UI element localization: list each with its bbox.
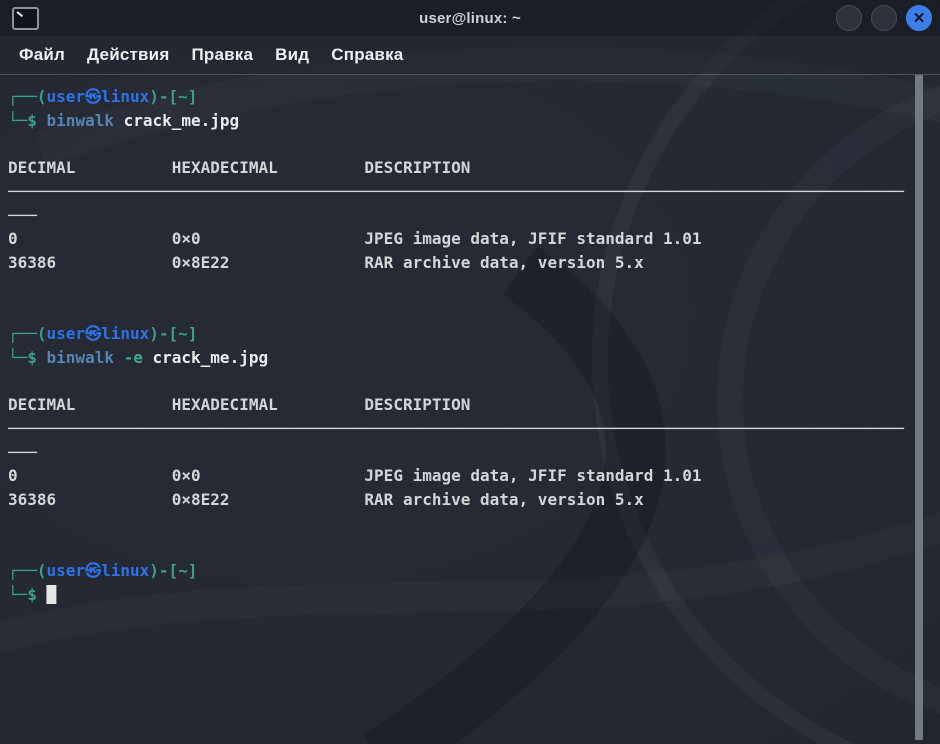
menu-help[interactable]: Справка bbox=[320, 45, 414, 65]
terminal-text: user㉿linux bbox=[47, 561, 150, 580]
terminal-text: -e bbox=[124, 348, 153, 367]
terminal-text: ┌──( bbox=[8, 561, 47, 580]
terminal-line bbox=[8, 132, 940, 156]
terminal-text: ┌──( bbox=[8, 324, 47, 343]
window-title: user@linux: ~ bbox=[0, 10, 940, 27]
terminal-window: user@linux: ~ ✕ Файл Действия Правка Вид… bbox=[0, 0, 940, 744]
terminal-text: └─$ bbox=[8, 111, 47, 130]
terminal-text: )-[~] bbox=[149, 324, 197, 343]
menu-edit[interactable]: Правка bbox=[180, 45, 264, 65]
window-controls: ✕ bbox=[836, 5, 932, 31]
terminal-text: ────────────────────────────────────────… bbox=[8, 182, 904, 201]
terminal-line: └─$ █ bbox=[8, 583, 940, 607]
terminal-text: └─$ bbox=[8, 348, 47, 367]
terminal-text: 36386 0×8E22 RAR archive data, version 5… bbox=[8, 253, 644, 272]
terminal-text bbox=[8, 300, 18, 319]
close-icon: ✕ bbox=[913, 11, 926, 26]
terminal-text: └─$ bbox=[8, 585, 47, 604]
terminal-line: 0 0×0 JPEG image data, JFIF standard 1.0… bbox=[8, 227, 940, 251]
terminal-text: DECIMAL HEXADECIMAL DESCRIPTION bbox=[8, 158, 470, 177]
terminal-line: DECIMAL HEXADECIMAL DESCRIPTION bbox=[8, 393, 940, 417]
terminal-line: ┌──(user㉿linux)-[~] bbox=[8, 322, 940, 346]
terminal-text: binwalk bbox=[47, 111, 124, 130]
terminal-line: 36386 0×8E22 RAR archive data, version 5… bbox=[8, 488, 940, 512]
menu-actions[interactable]: Действия bbox=[76, 45, 180, 65]
terminal-cursor: █ bbox=[47, 585, 57, 604]
terminal-line: 36386 0×8E22 RAR archive data, version 5… bbox=[8, 251, 940, 275]
terminal-line: └─$ binwalk crack_me.jpg bbox=[8, 109, 940, 133]
terminal-line: └─$ binwalk -e crack_me.jpg bbox=[8, 346, 940, 370]
terminal-line: ─── bbox=[8, 204, 940, 228]
maximize-button[interactable] bbox=[871, 5, 897, 31]
terminal-text bbox=[8, 514, 18, 533]
menu-file[interactable]: Файл bbox=[8, 45, 76, 65]
terminal-line: ┌──(user㉿linux)-[~] bbox=[8, 85, 940, 109]
terminal-line bbox=[8, 275, 940, 299]
terminal-content[interactable]: ┌──(user㉿linux)-[~]└─$ binwalk crack_me.… bbox=[0, 74, 940, 744]
terminal-line: DECIMAL HEXADECIMAL DESCRIPTION bbox=[8, 156, 940, 180]
terminal-text: )-[~] bbox=[149, 87, 197, 106]
scrollbar-thumb[interactable] bbox=[915, 75, 923, 740]
minimize-button[interactable] bbox=[836, 5, 862, 31]
terminal-text bbox=[8, 537, 18, 556]
terminal-line: ─── bbox=[8, 441, 940, 465]
terminal-text: crack_me.jpg bbox=[124, 111, 240, 130]
terminal-text: user㉿linux bbox=[47, 87, 150, 106]
terminal-line: ┌──(user㉿linux)-[~] bbox=[8, 559, 940, 583]
terminal-text bbox=[8, 277, 18, 296]
terminal-text: 0 0×0 JPEG image data, JFIF standard 1.0… bbox=[8, 229, 702, 248]
menu-view[interactable]: Вид bbox=[264, 45, 320, 65]
terminal-line: 0 0×0 JPEG image data, JFIF standard 1.0… bbox=[8, 464, 940, 488]
terminal-line bbox=[8, 512, 940, 536]
titlebar: user@linux: ~ ✕ bbox=[0, 0, 940, 36]
terminal-text bbox=[8, 134, 18, 153]
terminal-text: user㉿linux bbox=[47, 324, 150, 343]
close-button[interactable]: ✕ bbox=[906, 5, 932, 31]
terminal-line: ────────────────────────────────────────… bbox=[8, 180, 940, 204]
terminal-text: binwalk bbox=[47, 348, 124, 367]
terminal-text: ┌──( bbox=[8, 87, 47, 106]
terminal-text: ─── bbox=[8, 206, 37, 225]
terminal-text: 0 0×0 JPEG image data, JFIF standard 1.0… bbox=[8, 466, 702, 485]
terminal-text: DECIMAL HEXADECIMAL DESCRIPTION bbox=[8, 395, 470, 414]
menubar: Файл Действия Правка Вид Справка bbox=[0, 36, 940, 74]
terminal-text: 36386 0×8E22 RAR archive data, version 5… bbox=[8, 490, 644, 509]
terminal-text: crack_me.jpg bbox=[153, 348, 269, 367]
terminal-line bbox=[8, 535, 940, 559]
terminal-text: ────────────────────────────────────────… bbox=[8, 419, 904, 438]
terminal-text bbox=[8, 371, 18, 390]
terminal-text: )-[~] bbox=[149, 561, 197, 580]
terminal-text: ─── bbox=[8, 443, 37, 462]
terminal-line bbox=[8, 369, 940, 393]
terminal-line: ────────────────────────────────────────… bbox=[8, 417, 940, 441]
terminal-line bbox=[8, 298, 940, 322]
